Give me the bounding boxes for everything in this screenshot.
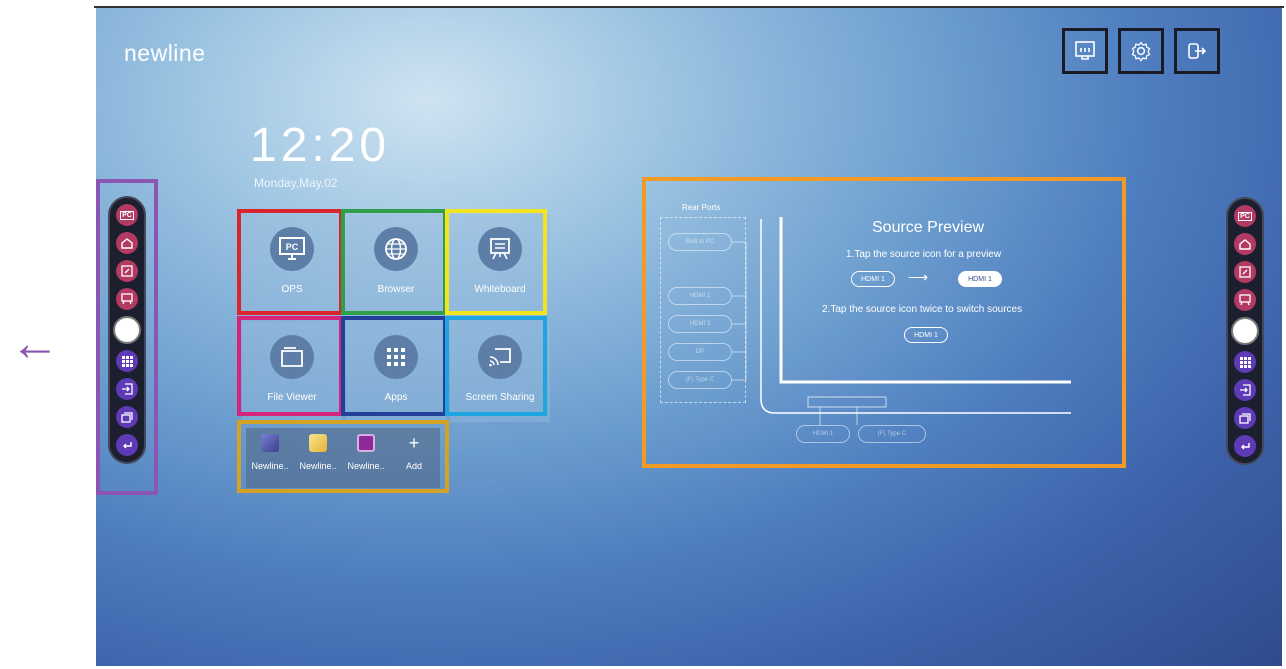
apps-highlight [341, 316, 447, 416]
source-preview-panel: Rear Ports Built-in PC HDMI 2 HDMI 3 DP … [642, 177, 1126, 468]
whiteboard-highlight [445, 209, 547, 315]
front-port[interactable]: (F) Type C [858, 425, 926, 443]
ops-highlight [237, 209, 343, 315]
step-2-text: 2.Tap the source icon twice to switch so… [822, 304, 1023, 315]
whiteboard-icon[interactable] [1234, 289, 1256, 311]
home-icon[interactable] [1234, 233, 1256, 255]
hdmi-switch-demo[interactable]: HDMI 1 [904, 327, 948, 343]
settings-button[interactable] [1118, 28, 1164, 74]
annotate-icon[interactable] [1234, 261, 1256, 283]
arrow-right-icon: ⟶ [908, 269, 929, 285]
back-icon[interactable] [1234, 435, 1256, 457]
newline-logo: newline [124, 40, 206, 66]
hdmi-preview-result[interactable]: HDMI 1 [958, 271, 1002, 287]
toolbar-highlight-frame [96, 179, 158, 495]
home-button[interactable] [1231, 317, 1259, 345]
hdmi-source-demo[interactable]: HDMI 1 [851, 271, 895, 287]
left-arrow-icon: ← [10, 315, 60, 371]
front-port[interactable]: HDMI 1 [796, 425, 850, 443]
dock-highlight [237, 420, 449, 493]
input-icon[interactable] [1234, 379, 1256, 401]
network-icon [1075, 41, 1095, 60]
browser-highlight [341, 209, 447, 315]
file-viewer-highlight [237, 316, 343, 416]
step-1-text: 1.Tap the source icon for a preview [846, 249, 1002, 260]
source-preview-title: Source Preview [872, 219, 985, 236]
apps-icon[interactable] [1234, 351, 1256, 373]
screen-sharing-highlight [445, 316, 547, 416]
clock-time: 12:20 [250, 119, 391, 172]
exit-icon [1188, 43, 1207, 59]
right-toolbar: PC [1226, 197, 1264, 465]
settings-icon [1131, 41, 1151, 62]
exit-button[interactable] [1174, 28, 1220, 74]
network-button[interactable] [1062, 28, 1108, 74]
pc-icon[interactable]: PC [1234, 205, 1256, 227]
windows-icon[interactable] [1234, 407, 1256, 429]
clock-date: Monday,May.02 [254, 176, 338, 190]
